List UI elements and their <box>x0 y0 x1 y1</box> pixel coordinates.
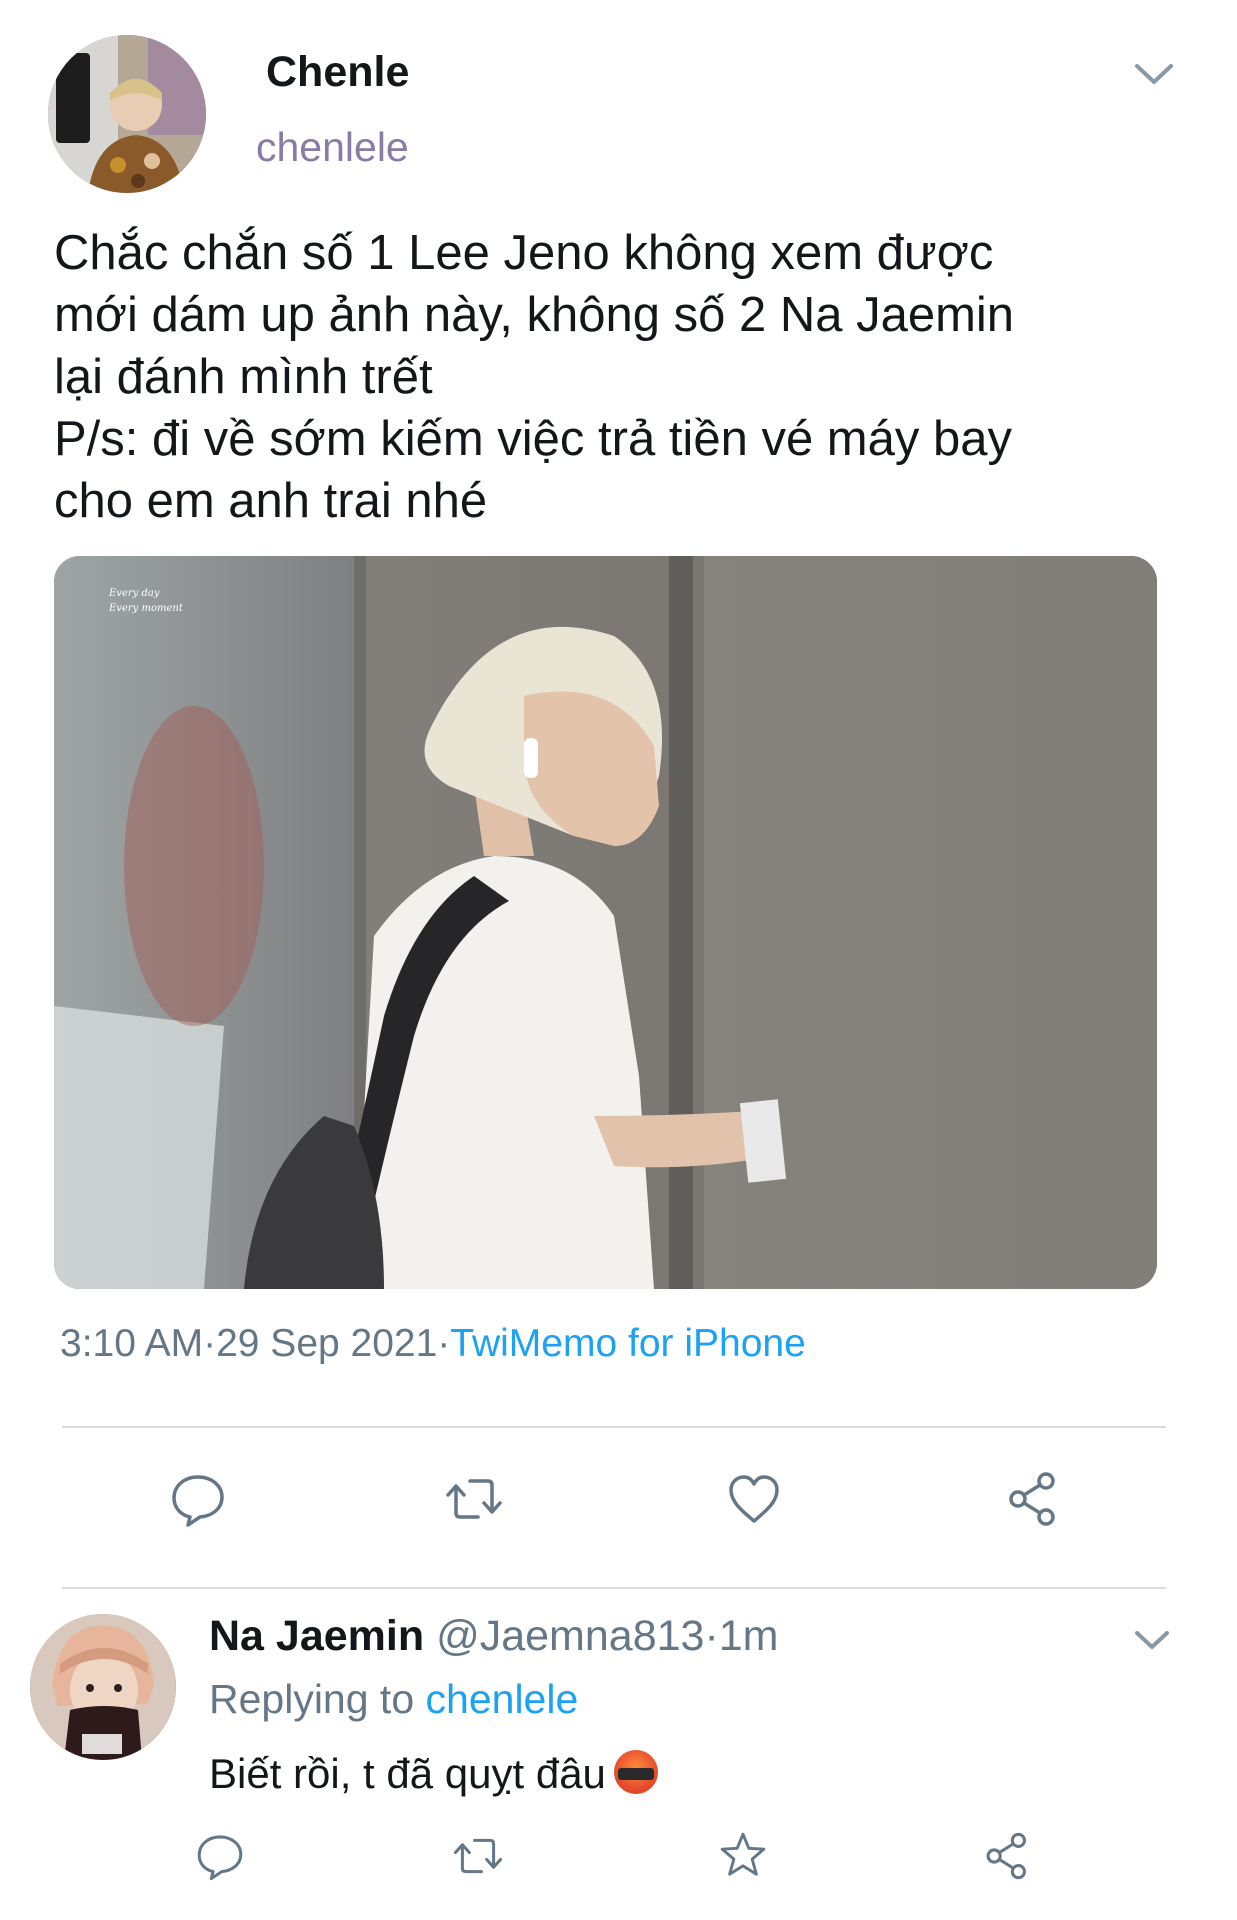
tweet-text-line: mới dám up ảnh này, không số 2 Na Jaemin <box>54 288 1015 342</box>
like-icon[interactable] <box>724 1469 784 1529</box>
reply-display-name[interactable]: Na Jaemin <box>209 1612 424 1660</box>
reply-text-content: Biết rồi, t đã quỵt đâu <box>209 1750 606 1797</box>
tweet-meta: 3:10 AM·29 Sep 2021·TwiMemo for iPhone <box>60 1322 806 1366</box>
retweet-icon[interactable] <box>444 1469 504 1529</box>
reply-header: Na Jaemin @Jaemna813·1m <box>209 1612 779 1661</box>
divider <box>62 1426 1166 1428</box>
star-icon[interactable] <box>718 1830 768 1880</box>
display-name[interactable]: Chenle <box>266 48 409 97</box>
share-icon[interactable] <box>1004 1469 1064 1529</box>
reply-avatar[interactable] <box>30 1614 176 1760</box>
chevron-down-icon[interactable] <box>1132 1627 1172 1653</box>
share-icon[interactable] <box>982 1830 1034 1882</box>
tweet-photo[interactable]: Every day Every moment <box>54 556 1157 1289</box>
photo-watermark: Every day <box>108 588 160 599</box>
divider <box>62 1587 1166 1589</box>
reply-icon[interactable] <box>194 1830 246 1882</box>
tweet-date: 29 Sep 2021 <box>216 1322 438 1365</box>
replying-to-line: Replying to chenlele <box>209 1676 578 1723</box>
tweet-text: Chắc chắn số 1 Lee Jeno không xem được m… <box>54 222 1194 532</box>
meta-separator: · <box>437 1322 451 1365</box>
tweet-time: 3:10 AM <box>60 1322 204 1365</box>
tweet-text-line: lại đánh mình trết <box>54 350 433 404</box>
angry-emoji-icon <box>613 1750 658 1794</box>
tweet-source-link[interactable]: TwiMemo for iPhone <box>450 1322 805 1365</box>
reply-age: 1m <box>718 1612 779 1660</box>
meta-separator: · <box>704 1612 719 1660</box>
username-handle[interactable]: chenlele <box>256 124 409 171</box>
meta-separator: · <box>203 1322 217 1365</box>
tweet-text-line: cho em anh trai nhé <box>54 474 488 528</box>
replying-to-link[interactable]: chenlele <box>426 1676 579 1722</box>
tweet-text-line: P/s: đi về sớm kiếm việc trả tiền vé máy… <box>54 412 1012 466</box>
reply-avatar-photo <box>30 1614 176 1760</box>
chevron-down-icon[interactable] <box>1132 60 1176 88</box>
tweet-text-line: Chắc chắn số 1 Lee Jeno không xem được <box>54 226 994 280</box>
retweet-icon[interactable] <box>452 1830 504 1882</box>
photo-illustration: Every day Every moment <box>54 556 1157 1289</box>
avatar-photo <box>48 35 206 193</box>
avatar[interactable] <box>48 35 206 193</box>
reply-icon[interactable] <box>168 1469 228 1529</box>
reply-text: Biết rồi, t đã quỵt đâu <box>209 1750 658 1798</box>
reply-handle[interactable]: @Jaemna813 <box>436 1612 704 1660</box>
replying-to-label: Replying to <box>209 1676 415 1722</box>
photo-watermark: Every moment <box>108 603 184 614</box>
